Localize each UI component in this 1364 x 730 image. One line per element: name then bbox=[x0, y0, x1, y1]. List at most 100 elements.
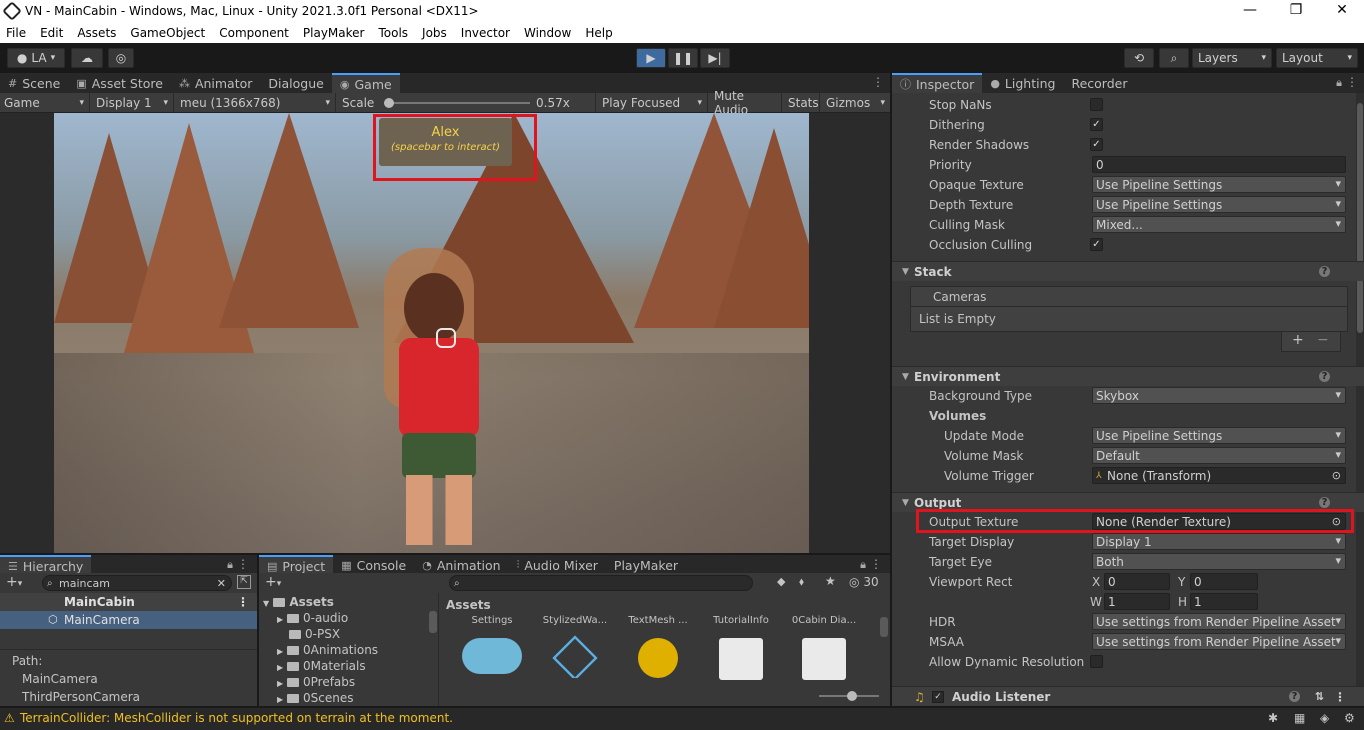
viewport-w-field[interactable]: 1 bbox=[1104, 593, 1170, 610]
stop-nans-checkbox[interactable] bbox=[1090, 98, 1103, 111]
tab-hierarchy[interactable]: ☰ Hierarchy bbox=[0, 555, 92, 575]
object-picker-icon[interactable]: ⊙ bbox=[1332, 469, 1341, 482]
render-shadows-checkbox[interactable]: ✓ bbox=[1090, 138, 1103, 151]
label-icon[interactable]: ⬧ bbox=[799, 575, 804, 589]
hierarchy-item-maincabin[interactable]: MainCabin ⋮ bbox=[0, 593, 257, 611]
kebab-menu-icon[interactable]: ⋮ bbox=[872, 75, 884, 89]
clear-icon[interactable]: ✕ bbox=[217, 577, 226, 590]
target-display-dropdown[interactable]: Display 1 bbox=[1092, 533, 1346, 550]
stats-toggle[interactable]: Stats bbox=[784, 93, 820, 112]
lock-icon[interactable]: 🔒︎ bbox=[1336, 76, 1342, 90]
remove-camera-button[interactable]: − bbox=[1317, 332, 1329, 348]
tree-scrollbar[interactable] bbox=[429, 611, 437, 633]
kebab-menu-icon[interactable]: ⋮ bbox=[870, 557, 882, 571]
breadcrumb[interactable]: Assets bbox=[446, 598, 491, 612]
scale-slider[interactable] bbox=[384, 98, 530, 108]
asset-cabin-dialogue[interactable]: 0Cabin Dia... bbox=[786, 615, 862, 680]
update-mode-dropdown[interactable]: Use Pipeline Settings bbox=[1092, 427, 1346, 444]
tab-audio-mixer[interactable]: ⫶ Audio Mixer bbox=[509, 555, 606, 575]
volume-mask-dropdown[interactable]: Default bbox=[1092, 447, 1346, 464]
folder-item[interactable]: 0-PSX bbox=[289, 627, 340, 641]
folder-item[interactable]: ▶ 0Animations bbox=[277, 643, 378, 657]
target-eye-dropdown[interactable]: Both bbox=[1092, 553, 1346, 570]
occlusion-culling-checkbox[interactable]: ✓ bbox=[1090, 238, 1103, 251]
menu-assets[interactable]: Assets bbox=[77, 26, 116, 40]
display-dropdown[interactable]: Display 1 ▾ bbox=[92, 93, 174, 112]
tab-animation[interactable]: ◔ Animation bbox=[414, 555, 508, 575]
resolution-dropdown[interactable]: meu (1366x768) ▾ bbox=[176, 93, 336, 112]
help-icon[interactable]: ? bbox=[1289, 691, 1300, 702]
gizmos-dropdown[interactable]: Gizmos ▾ bbox=[822, 93, 890, 112]
audio-listener-header[interactable]: ♫ ✓ Audio Listener ? ⇅ ⋮ bbox=[892, 686, 1364, 706]
hierarchy-item-maincamera[interactable]: ⬡ MainCamera bbox=[0, 611, 257, 629]
asset-stylizedwater[interactable]: StylizedWa... bbox=[537, 615, 613, 678]
settings-icon[interactable]: ⚙ bbox=[1344, 711, 1355, 725]
menu-edit[interactable]: Edit bbox=[40, 26, 63, 40]
menu-playmaker[interactable]: PlayMaker bbox=[303, 26, 365, 40]
opaque-texture-dropdown[interactable]: Use Pipeline Settings bbox=[1092, 176, 1346, 193]
folder-item[interactable]: ▶ 0Materials bbox=[277, 659, 366, 673]
culling-mask-dropdown[interactable]: Mixed... bbox=[1092, 216, 1346, 233]
volume-trigger-field[interactable]: ⅄ None (Transform) ⊙ bbox=[1092, 467, 1346, 484]
search-button[interactable]: ⌕ bbox=[1159, 48, 1189, 68]
hierarchy-search-input[interactable]: ⌕ maincam ✕ bbox=[42, 575, 232, 591]
tab-project[interactable]: ▤ Project bbox=[259, 555, 334, 575]
cache-icon[interactable]: ▦ bbox=[1294, 711, 1305, 725]
mute-audio-toggle[interactable]: Mute Audio bbox=[710, 89, 782, 117]
priority-field[interactable]: 0 bbox=[1092, 156, 1346, 173]
hdr-dropdown[interactable]: Use settings from Render Pipeline Asset bbox=[1092, 613, 1346, 630]
folder-item[interactable]: ▶ 0Scenes bbox=[277, 691, 353, 705]
tab-animator[interactable]: ⁂ Animator bbox=[171, 73, 260, 93]
menu-window[interactable]: Window bbox=[524, 26, 571, 40]
search-by-type-icon[interactable]: ◆ bbox=[777, 575, 785, 588]
tab-playmaker[interactable]: PlayMaker bbox=[606, 555, 686, 575]
slider-handle[interactable] bbox=[847, 691, 857, 701]
maximize-button[interactable]: ❐ bbox=[1276, 2, 1316, 18]
minimize-button[interactable]: — bbox=[1230, 2, 1270, 18]
tab-inspector[interactable]: ⓘ Inspector bbox=[892, 73, 983, 93]
create-button[interactable]: +▾ bbox=[265, 574, 281, 590]
audio-listener-checkbox[interactable]: ✓ bbox=[932, 690, 944, 703]
depth-texture-dropdown[interactable]: Use Pipeline Settings bbox=[1092, 196, 1346, 213]
step-button[interactable]: ▶| bbox=[700, 48, 730, 68]
dynamic-resolution-checkbox[interactable] bbox=[1090, 655, 1103, 668]
viewport-x-field[interactable]: 0 bbox=[1104, 573, 1170, 590]
bug-icon[interactable]: ✱ bbox=[1268, 711, 1278, 725]
pause-button[interactable]: ❚❚ bbox=[668, 48, 698, 68]
history-button[interactable]: ⟲ bbox=[1124, 48, 1154, 68]
asset-settings[interactable]: Settings bbox=[454, 615, 530, 674]
add-camera-button[interactable]: + bbox=[1292, 332, 1304, 348]
environment-section-header[interactable]: ▼ Environment? bbox=[892, 366, 1364, 386]
menu-jobs[interactable]: Jobs bbox=[422, 26, 447, 40]
help-icon[interactable]: ? bbox=[1319, 266, 1330, 277]
view-dropdown[interactable]: Game ▾ bbox=[0, 93, 90, 112]
account-dropdown[interactable]: ● LA ▾ bbox=[7, 48, 65, 68]
preset-icon[interactable]: ⇅ bbox=[1315, 690, 1324, 703]
inspector-scrollbar[interactable] bbox=[1356, 93, 1364, 706]
layers-dropdown[interactable]: Layers ▾ bbox=[1192, 48, 1272, 68]
lock-icon[interactable]: 🔒︎ bbox=[860, 558, 866, 572]
menu-component[interactable]: Component bbox=[219, 26, 289, 40]
path-item[interactable]: MainCamera bbox=[22, 672, 98, 686]
kebab-menu-icon[interactable]: ⋮ bbox=[237, 593, 249, 611]
game-view[interactable]: Alex (spacebar to interact) bbox=[0, 113, 890, 553]
play-focused-dropdown[interactable]: Play Focused ▾ bbox=[598, 93, 708, 112]
scene-search-icon[interactable]: ⇱ bbox=[237, 575, 251, 589]
cloud-button[interactable]: ☁ bbox=[71, 48, 103, 68]
play-button[interactable]: ▶ bbox=[636, 48, 666, 68]
kebab-menu-icon[interactable]: ⋮ bbox=[1346, 75, 1358, 89]
progress-icon[interactable]: ◈ bbox=[1320, 711, 1329, 725]
hidden-packages-toggle[interactable]: ◎ 30 bbox=[849, 575, 879, 589]
folder-item[interactable]: ▶ 0-audio bbox=[277, 611, 348, 625]
menu-gameobject[interactable]: GameObject bbox=[130, 26, 205, 40]
msaa-dropdown[interactable]: Use settings from Render Pipeline Asset bbox=[1092, 633, 1346, 650]
tab-scene[interactable]: # Scene bbox=[0, 73, 68, 93]
help-icon[interactable]: ? bbox=[1319, 371, 1330, 382]
viewport-h-field[interactable]: 1 bbox=[1190, 593, 1258, 610]
menu-file[interactable]: File bbox=[6, 26, 26, 40]
help-icon[interactable]: ? bbox=[1319, 497, 1330, 508]
folder-item[interactable]: ▶ 0Prefabs bbox=[277, 675, 355, 689]
layout-dropdown[interactable]: Layout ▾ bbox=[1276, 48, 1358, 68]
folder-assets[interactable]: ▼ Assets bbox=[263, 595, 334, 609]
tab-dialogue[interactable]: Dialogue bbox=[260, 73, 331, 93]
